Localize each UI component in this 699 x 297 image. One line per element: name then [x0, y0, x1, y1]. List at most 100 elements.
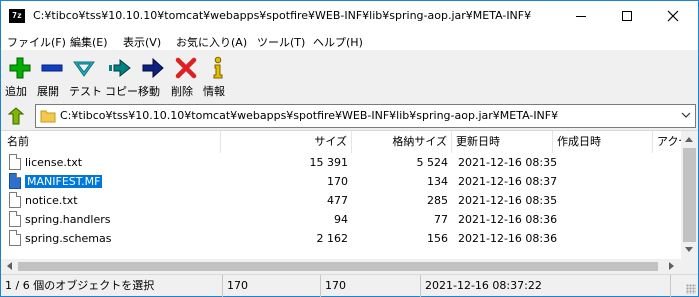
file-size: 94 — [334, 213, 348, 226]
close-button[interactable] — [650, 1, 696, 31]
scroll-down-icon[interactable] — [685, 247, 693, 252]
info-button[interactable]: 情報 — [203, 56, 233, 100]
status-bar: 1 / 6 個のオブジェクトを選択 170 170 2021-12-16 08:… — [1, 274, 698, 297]
minimize-button[interactable] — [558, 1, 604, 31]
menu-bar: ファイル(F) 編集(E) 表示(V) お気に入り(A) ツール(T) ヘルプ(… — [1, 31, 698, 51]
chevron-down-icon[interactable] — [681, 110, 691, 120]
delete-button[interactable]: 削除 — [171, 56, 201, 100]
file-row[interactable]: MANIFEST.MF 170 134 2021-12-16 08:37 — [1, 172, 681, 191]
7zip-app-icon: 7z — [9, 9, 25, 23]
menu-file[interactable]: ファイル(F) — [7, 34, 66, 50]
file-name: spring.handlers — [25, 213, 111, 226]
file-modified: 2021-12-16 08:36 — [458, 232, 558, 245]
file-row[interactable]: notice.txt 477 285 2021-12-16 08:35 — [1, 191, 681, 210]
file-icon — [9, 192, 21, 208]
horizontal-scroll-thumb[interactable] — [18, 262, 658, 271]
menu-edit[interactable]: 編集(E) — [70, 34, 108, 50]
copy-icon — [109, 58, 131, 78]
scroll-left-icon[interactable] — [7, 262, 12, 270]
menu-help[interactable]: ヘルプ(H) — [313, 34, 363, 50]
main-window: 7z C:¥tibco¥tss¥10.10.10¥tomcat¥webapps¥… — [0, 0, 699, 297]
file-name: spring.schemas — [25, 232, 112, 245]
delete-label: 削除 — [171, 85, 193, 98]
file-row[interactable]: spring.handlers 94 77 2021-12-16 08:36 — [1, 210, 681, 229]
file-size: 170 — [327, 175, 348, 188]
minimize-icon — [576, 15, 586, 17]
column-header-size[interactable]: サイズ — [221, 131, 352, 153]
move-label: 移動 — [138, 85, 160, 98]
file-packed-size: 5 524 — [416, 156, 449, 169]
column-header-modified[interactable]: 更新日時 — [452, 131, 553, 153]
file-row[interactable]: spring.schemas 2 162 156 2021-12-16 08:36 — [1, 229, 681, 248]
file-packed-size: 134 — [427, 175, 448, 188]
file-name: MANIFEST.MF — [23, 174, 104, 189]
info-icon — [213, 56, 223, 79]
up-arrow-icon — [7, 107, 25, 125]
file-name-cell: spring.handlers — [25, 210, 215, 229]
address-combobox[interactable]: C:¥tibco¥tss¥10.10.10¥tomcat¥webapps¥spo… — [35, 104, 696, 128]
file-size: 15 391 — [309, 156, 349, 169]
file-name-cell: notice.txt — [25, 191, 215, 210]
move-icon — [142, 57, 164, 79]
column-header-name[interactable]: 名前 — [1, 131, 221, 153]
file-icon — [9, 173, 21, 189]
folder-icon — [40, 110, 56, 123]
file-packed-size: 156 — [427, 232, 448, 245]
file-size: 2 162 — [316, 232, 349, 245]
file-name-cell: spring.schemas — [25, 229, 215, 248]
file-modified: 2021-12-16 08:35 — [458, 194, 558, 207]
file-name: license.txt — [25, 156, 83, 169]
file-row[interactable]: license.txt 15 391 5 524 2021-12-16 08:35 — [1, 153, 681, 172]
file-packed-size: 77 — [434, 213, 448, 226]
address-bar: C:¥tibco¥tss¥10.10.10¥tomcat¥webapps¥spo… — [1, 102, 698, 129]
up-folder-button[interactable] — [5, 106, 27, 126]
window-title: C:¥tibco¥tss¥10.10.10¥tomcat¥webapps¥spo… — [33, 9, 532, 22]
title-bar[interactable]: 7z C:¥tibco¥tss¥10.10.10¥tomcat¥webapps¥… — [1, 1, 698, 31]
status-modified: 2021-12-16 08:37:22 — [421, 275, 671, 297]
menu-tools[interactable]: ツール(T) — [257, 34, 305, 50]
horizontal-scrollbar[interactable] — [1, 259, 681, 273]
extract-label: 展開 — [37, 85, 59, 98]
vertical-scrollbar[interactable] — [681, 131, 698, 259]
status-packed: 170 — [321, 275, 421, 297]
test-button[interactable]: テスト — [69, 56, 102, 100]
column-header-packed[interactable]: 格納サイズ — [352, 131, 452, 153]
menu-favorites[interactable]: お気に入り(A) — [176, 34, 247, 50]
add-icon — [9, 57, 31, 79]
status-size: 170 — [223, 275, 321, 297]
maximize-button[interactable] — [604, 1, 650, 31]
file-list[interactable]: 名前 サイズ 格納サイズ 更新日時 作成日時 アクセ license.txt 15… — [1, 130, 698, 273]
extract-icon — [41, 64, 63, 72]
delete-icon — [175, 57, 197, 79]
scroll-right-icon[interactable] — [669, 262, 674, 270]
copy-button[interactable]: コピー — [105, 56, 138, 100]
toolbar: 追加 展開 テスト コピー 移動 削除 情報 — [1, 52, 698, 102]
scroll-up-icon[interactable] — [685, 137, 693, 142]
status-selection: 1 / 6 個のオブジェクトを選択 — [1, 275, 223, 297]
column-header-created[interactable]: 作成日時 — [553, 131, 653, 153]
file-packed-size: 285 — [427, 194, 448, 207]
file-modified: 2021-12-16 08:37 — [458, 175, 558, 188]
info-label: 情報 — [203, 85, 225, 98]
test-label: テスト — [69, 85, 102, 98]
vertical-scroll-thumb[interactable] — [683, 148, 696, 242]
list-header: 名前 サイズ 格納サイズ 更新日時 作成日時 アクセ — [1, 131, 689, 153]
add-button[interactable]: 追加 — [5, 56, 35, 100]
resize-grip-icon[interactable] — [686, 284, 696, 294]
file-modified: 2021-12-16 08:36 — [458, 213, 558, 226]
file-size: 477 — [327, 194, 348, 207]
file-name-cell: license.txt — [25, 153, 215, 172]
add-label: 追加 — [5, 85, 27, 98]
file-icon — [9, 230, 21, 246]
address-path[interactable]: C:¥tibco¥tss¥10.10.10¥tomcat¥webapps¥spo… — [60, 109, 558, 122]
file-icon — [9, 211, 21, 227]
close-icon — [667, 10, 679, 22]
maximize-icon — [622, 11, 632, 21]
move-button[interactable]: 移動 — [138, 56, 168, 100]
file-name: notice.txt — [25, 194, 78, 207]
file-icon — [9, 154, 21, 170]
copy-label: コピー — [105, 85, 138, 98]
extract-button[interactable]: 展開 — [37, 56, 67, 100]
menu-view[interactable]: 表示(V) — [123, 34, 161, 50]
file-name-cell: MANIFEST.MF — [23, 172, 215, 191]
